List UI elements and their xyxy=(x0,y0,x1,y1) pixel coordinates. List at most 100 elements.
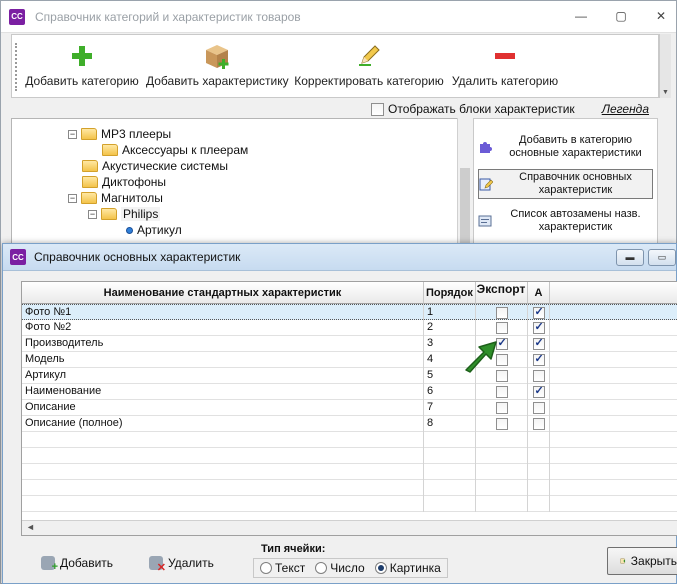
table-row[interactable]: Производитель 3 xyxy=(22,336,677,352)
show-blocks-checkbox[interactable]: Отображать блоки характеристик xyxy=(371,102,575,116)
a-checkbox[interactable] xyxy=(532,402,545,414)
export-cell[interactable] xyxy=(476,480,528,496)
export-checkbox[interactable] xyxy=(495,386,508,398)
name-cell[interactable]: Описание (полное) xyxy=(22,416,424,432)
horizontal-scrollbar[interactable]: ◄ xyxy=(22,520,677,535)
empty-row[interactable] xyxy=(22,448,677,464)
a-cell[interactable] xyxy=(528,352,550,368)
a-cell[interactable] xyxy=(528,448,550,464)
close-button[interactable]: Закрыть xyxy=(607,547,677,575)
name-cell[interactable]: Наименование xyxy=(22,384,424,400)
toolbar-overflow[interactable]: ▼ xyxy=(659,34,671,98)
close-icon[interactable]: ✕ xyxy=(654,9,668,23)
empty-row[interactable] xyxy=(22,480,677,496)
a-cell[interactable] xyxy=(528,305,550,321)
add-button[interactable]: + Добавить xyxy=(41,556,113,573)
tree-scrollbar[interactable] xyxy=(457,118,471,248)
name-cell[interactable]: Артикул xyxy=(22,368,424,384)
table-row[interactable]: Артикул 5 xyxy=(22,368,677,384)
order-cell[interactable]: 8 xyxy=(424,416,476,432)
radio-text-button[interactable] xyxy=(260,562,272,574)
a-cell[interactable] xyxy=(528,496,550,512)
radio-number[interactable]: Число xyxy=(315,561,365,575)
tree-node[interactable]: Диктофоны xyxy=(82,175,166,189)
name-cell[interactable] xyxy=(22,480,424,496)
radio-picture-button[interactable] xyxy=(374,562,387,574)
name-cell[interactable] xyxy=(22,496,424,512)
name-cell[interactable]: Фото №2 xyxy=(22,320,424,336)
order-cell[interactable]: 7 xyxy=(424,400,476,416)
delete-category-button[interactable]: Удалить категорию xyxy=(450,41,560,88)
name-cell[interactable]: Фото №1 xyxy=(22,305,424,321)
legend-link[interactable]: Легенда xyxy=(602,102,649,116)
a-checkbox[interactable] xyxy=(532,305,545,320)
a-cell[interactable] xyxy=(528,432,550,448)
tree-node[interactable]: Акустические системы xyxy=(82,159,228,173)
name-cell[interactable]: Описание xyxy=(22,400,424,416)
name-cell[interactable]: Модель xyxy=(22,352,424,368)
table-row[interactable]: Фото №1 1 xyxy=(22,304,677,321)
show-blocks-box[interactable] xyxy=(371,102,384,116)
delete-button[interactable]: ✕ Удалить xyxy=(149,556,214,574)
a-cell[interactable] xyxy=(528,384,550,400)
a-cell[interactable] xyxy=(528,464,550,480)
add-category-button[interactable]: Добавить категорию xyxy=(24,41,140,88)
name-cell[interactable] xyxy=(22,448,424,464)
order-cell[interactable] xyxy=(424,496,476,512)
export-cell[interactable] xyxy=(476,432,528,448)
autoreplace-list-button[interactable]: Список автозамены назв. характеристик xyxy=(478,207,653,235)
toolbar-grip[interactable] xyxy=(15,43,19,91)
scroll-thumb[interactable] xyxy=(460,168,470,243)
category-tree[interactable]: − MP3 плееры Аксессуары к плеерам Акусти… xyxy=(11,118,471,248)
a-cell[interactable] xyxy=(528,320,550,336)
export-cell[interactable] xyxy=(476,464,528,480)
radio-text[interactable]: Текст xyxy=(260,561,305,575)
empty-row[interactable] xyxy=(22,432,677,448)
export-checkbox[interactable] xyxy=(495,402,508,414)
minimize-icon[interactable]: — xyxy=(574,9,588,23)
order-cell[interactable]: 6 xyxy=(424,384,476,400)
collapse-icon[interactable]: − xyxy=(68,129,77,139)
collapse-icon[interactable]: − xyxy=(88,209,97,219)
add-characteristic-button[interactable]: Добавить характеристику xyxy=(146,41,289,88)
table-row[interactable]: Фото №2 2 xyxy=(22,320,677,336)
name-cell[interactable] xyxy=(22,432,424,448)
export-cell[interactable] xyxy=(476,448,528,464)
table-row[interactable]: Описание (полное) 8 xyxy=(22,416,677,432)
scroll-left-icon[interactable]: ◄ xyxy=(26,522,35,532)
a-cell[interactable] xyxy=(528,416,550,432)
tree-node[interactable]: Аксессуары к плеерам xyxy=(102,143,248,157)
name-cell[interactable]: Производитель xyxy=(22,336,424,352)
maximize-icon[interactable]: ▭ xyxy=(648,249,676,266)
export-cell[interactable] xyxy=(476,416,528,432)
add-main-characteristics-button[interactable]: Добавить в категорию основные характерис… xyxy=(478,133,653,161)
tree-node[interactable]: Артикул xyxy=(126,223,182,237)
table-row[interactable]: Наименование 6 xyxy=(22,384,677,400)
order-cell[interactable] xyxy=(424,480,476,496)
a-checkbox[interactable] xyxy=(532,370,545,382)
empty-row[interactable] xyxy=(22,496,677,512)
radio-picture[interactable]: Картинка xyxy=(374,561,441,575)
edit-category-button[interactable]: Корректировать категорию xyxy=(294,41,444,88)
export-cell[interactable] xyxy=(476,400,528,416)
export-checkbox[interactable] xyxy=(495,418,508,430)
a-cell[interactable] xyxy=(528,336,550,352)
column-header-export[interactable]: Экспорт xyxy=(473,281,529,309)
a-checkbox[interactable] xyxy=(532,336,545,351)
a-cell[interactable] xyxy=(528,400,550,416)
table-row[interactable]: Описание 7 xyxy=(22,400,677,416)
a-checkbox[interactable] xyxy=(532,352,545,367)
tree-node[interactable]: − Магнитолы xyxy=(68,191,163,205)
characteristics-grid[interactable]: Наименование стандартных характеристик П… xyxy=(21,281,677,536)
order-cell[interactable]: 1 xyxy=(424,305,476,321)
a-cell[interactable] xyxy=(528,368,550,384)
empty-row[interactable] xyxy=(22,464,677,480)
collapse-icon[interactable]: − xyxy=(68,193,77,203)
column-header-a[interactable]: А xyxy=(528,282,550,304)
order-cell[interactable] xyxy=(424,448,476,464)
export-cell[interactable] xyxy=(476,496,528,512)
column-header-name[interactable]: Наименование стандартных характеристик xyxy=(22,282,424,304)
column-header-order[interactable]: Порядок xyxy=(424,282,476,304)
a-checkbox[interactable] xyxy=(532,320,545,335)
table-row[interactable]: Модель 4 xyxy=(22,352,677,368)
